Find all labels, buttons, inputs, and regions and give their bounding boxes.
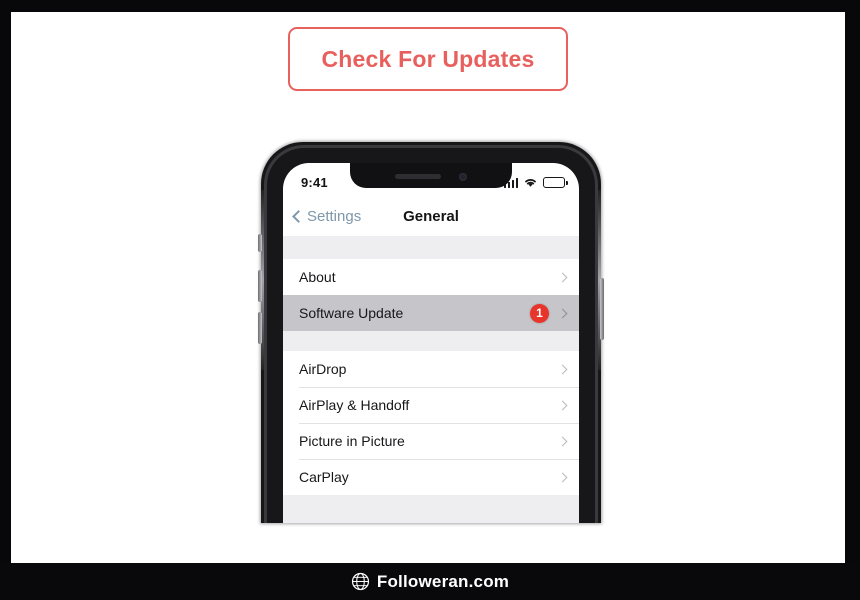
chevron-right-icon xyxy=(557,272,568,282)
settings-row-about[interactable]: About xyxy=(283,259,579,295)
navigation-bar: Settings General xyxy=(283,196,579,236)
row-label: About xyxy=(299,269,336,285)
update-badge: 1 xyxy=(530,303,549,323)
settings-row-carplay[interactable]: CarPlay xyxy=(283,459,579,495)
volume-down-button[interactable] xyxy=(258,312,262,344)
status-time: 9:41 xyxy=(301,175,328,190)
chevron-right-icon xyxy=(557,436,568,446)
notch xyxy=(350,163,512,188)
power-button[interactable] xyxy=(600,278,604,340)
settings-group-2: AirDrop AirPlay & Handoff Picture in Pic… xyxy=(283,351,579,495)
chevron-left-icon xyxy=(292,209,305,223)
back-button[interactable]: Settings xyxy=(292,207,362,225)
list-top-gap xyxy=(283,236,579,259)
settings-row-airdrop[interactable]: AirDrop xyxy=(283,351,579,387)
footer-text: Followeran.com xyxy=(376,571,510,591)
battery-icon xyxy=(543,177,568,188)
wifi-icon xyxy=(525,179,536,187)
front-camera-icon xyxy=(459,172,467,181)
list-group-separator xyxy=(283,331,579,351)
back-button-label: Settings xyxy=(307,207,362,225)
row-label: CarPlay xyxy=(299,469,349,485)
content-page: Check For Updates 9:41 Settings General … xyxy=(11,12,845,563)
chevron-right-icon xyxy=(557,400,568,410)
earpiece-speaker-icon xyxy=(395,174,441,179)
settings-row-picture-in-picture[interactable]: Picture in Picture xyxy=(283,423,579,459)
outer-frame: Check For Updates 9:41 Settings General … xyxy=(0,0,860,600)
volume-up-button[interactable] xyxy=(258,270,262,302)
banner-title: Check For Updates xyxy=(321,45,535,72)
chevron-right-icon xyxy=(557,364,568,374)
settings-list[interactable]: About Software Update 1 AirDrop AirPlay … xyxy=(283,236,579,523)
row-label: AirDrop xyxy=(299,361,347,377)
page-title: General xyxy=(403,207,459,225)
settings-group-1: About Software Update 1 xyxy=(283,259,579,331)
silence-switch[interactable] xyxy=(258,234,262,252)
row-label: AirPlay & Handoff xyxy=(299,397,410,413)
status-indicators xyxy=(503,177,568,188)
row-label: Picture in Picture xyxy=(299,433,405,449)
settings-row-airplay-handoff[interactable]: AirPlay & Handoff xyxy=(283,387,579,423)
globe-icon xyxy=(351,572,369,591)
row-label: Software Update xyxy=(299,305,404,321)
iphone-mockup: 9:41 Settings General About Software Upd… xyxy=(250,130,604,523)
chevron-right-icon xyxy=(557,308,568,318)
phone-screen: 9:41 Settings General About Software Upd… xyxy=(283,163,579,523)
footer-watermark: Followeran.com xyxy=(0,563,860,600)
settings-row-software-update[interactable]: Software Update 1 xyxy=(283,295,579,331)
chevron-right-icon xyxy=(557,472,568,482)
check-for-updates-banner: Check For Updates xyxy=(288,27,568,91)
